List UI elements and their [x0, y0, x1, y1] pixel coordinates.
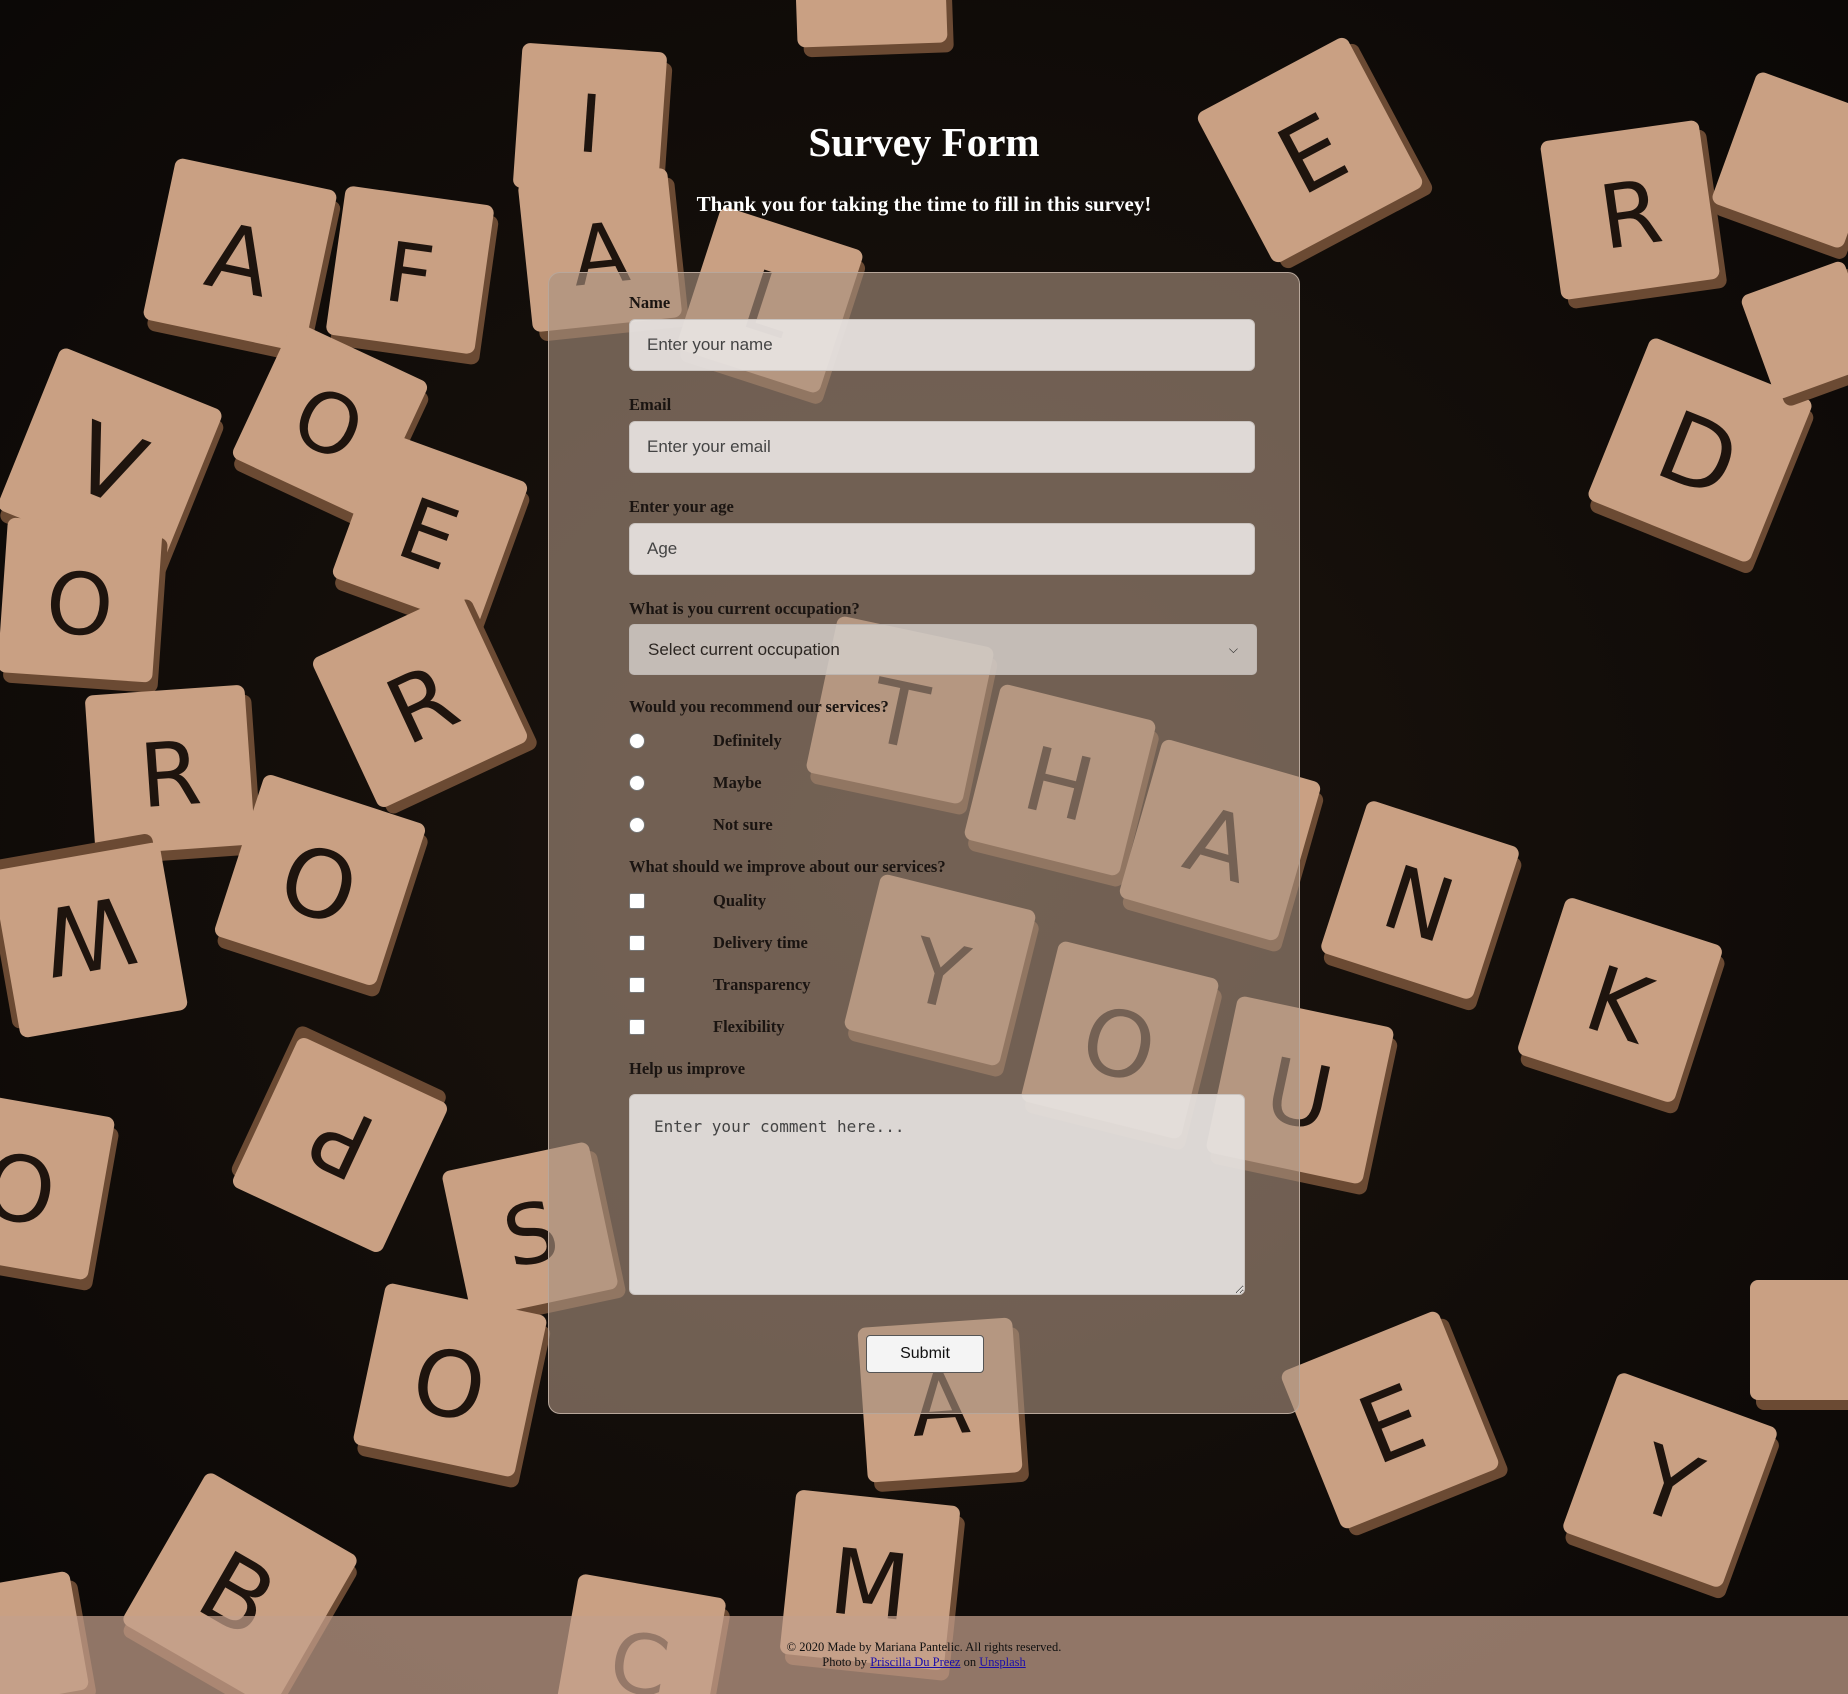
- improve-option[interactable]: Flexibility: [629, 1015, 785, 1039]
- recommend-option[interactable]: Not sure: [629, 813, 773, 837]
- checkbox-transparency[interactable]: [629, 977, 645, 993]
- improve-option[interactable]: Delivery time: [629, 931, 808, 955]
- recommend-option[interactable]: Definitely: [629, 729, 782, 753]
- recommend-label: Would you recommend our services?: [629, 697, 889, 716]
- checkbox-flexibility[interactable]: [629, 1019, 645, 1035]
- radio-definitely[interactable]: [629, 733, 645, 749]
- copyright-text: © 2020 Made by Mariana Pantelic. All rig…: [786, 1640, 1062, 1654]
- footer: © 2020 Made by Mariana Pantelic. All rig…: [0, 1616, 1848, 1694]
- comment-textarea[interactable]: [629, 1094, 1245, 1295]
- occupation-select[interactable]: Select current occupation ⌵: [629, 624, 1257, 675]
- submit-button[interactable]: Submit: [866, 1335, 984, 1373]
- checkbox-delivery-time[interactable]: [629, 935, 645, 951]
- radio-maybe[interactable]: [629, 775, 645, 791]
- improve-option[interactable]: Transparency: [629, 973, 810, 997]
- radio-label: Definitely: [713, 731, 782, 750]
- name-label: Name: [629, 293, 671, 312]
- checkbox-label: Flexibility: [713, 1017, 785, 1036]
- radio-not-sure[interactable]: [629, 817, 645, 833]
- photo-credit: Photo by Priscilla Du Preez on Unsplash: [0, 1655, 1848, 1670]
- checkbox-label: Delivery time: [713, 933, 808, 952]
- page-title: Survey Form: [808, 119, 1040, 165]
- unsplash-link[interactable]: Unsplash: [979, 1655, 1026, 1669]
- recommend-option[interactable]: Maybe: [629, 771, 762, 795]
- photo-prefix: Photo by: [822, 1655, 868, 1669]
- photo-on: on: [963, 1655, 977, 1669]
- occupation-label: What is you current occupation?: [629, 599, 860, 618]
- radio-label: Maybe: [713, 773, 762, 792]
- occupation-selected-value: Select current occupation: [648, 639, 840, 659]
- improve-label: What should we improve about our service…: [629, 857, 946, 876]
- photographer-link[interactable]: Priscilla Du Preez: [870, 1655, 960, 1669]
- chevron-down-icon: ⌵: [1228, 642, 1238, 656]
- radio-label: Not sure: [713, 815, 773, 834]
- survey-form: Name Email Enter your age What is you cu…: [548, 272, 1300, 1414]
- email-label: Email: [629, 395, 672, 414]
- email-input[interactable]: [629, 421, 1255, 473]
- age-input[interactable]: [629, 523, 1255, 575]
- name-input[interactable]: [629, 319, 1255, 371]
- improve-option[interactable]: Quality: [629, 889, 766, 913]
- help-label: Help us improve: [629, 1059, 746, 1078]
- checkbox-label: Quality: [713, 891, 767, 910]
- checkbox-quality[interactable]: [629, 893, 645, 909]
- checkbox-label: Transparency: [713, 975, 811, 994]
- page-subtitle: Thank you for taking the time to fill in…: [696, 192, 1152, 216]
- age-label: Enter your age: [629, 497, 734, 516]
